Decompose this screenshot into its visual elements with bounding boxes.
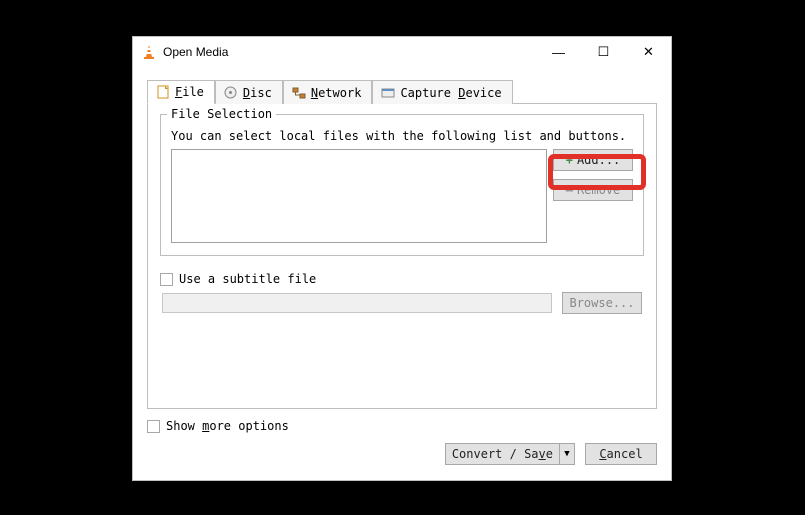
tab-file-label: File xyxy=(175,85,204,99)
tab-capture-label: Capture Device xyxy=(400,86,501,100)
remove-button[interactable]: — Remove xyxy=(553,179,633,201)
chevron-down-icon: ▼ xyxy=(564,449,569,459)
convert-save-split-button: Convert / Save ▼ xyxy=(445,443,575,465)
vlc-cone-icon xyxy=(141,44,157,60)
minus-icon: — xyxy=(566,183,573,197)
show-more-options-row: Show more options xyxy=(147,419,657,433)
show-more-options-label: Show more options xyxy=(166,419,289,433)
add-button[interactable]: + Add... xyxy=(553,149,633,171)
tab-bar: File Disc Network Capture Device xyxy=(147,79,657,104)
minimize-button[interactable]: — xyxy=(536,37,581,67)
plus-icon: + xyxy=(566,153,573,167)
subtitle-checkbox-label: Use a subtitle file xyxy=(179,272,316,286)
browse-button-label: Browse... xyxy=(569,296,634,310)
network-icon xyxy=(292,86,306,100)
convert-save-button[interactable]: Convert / Save xyxy=(445,443,559,465)
disc-icon xyxy=(224,86,238,100)
tab-disc-label: Disc xyxy=(243,86,272,100)
file-list[interactable] xyxy=(171,149,547,243)
tab-disc[interactable]: Disc xyxy=(215,80,283,104)
tab-network[interactable]: Network xyxy=(283,80,373,104)
content-area: File Disc Network Capture Device xyxy=(133,67,671,419)
cancel-button[interactable]: Cancel xyxy=(585,443,657,465)
open-media-dialog: Open Media — ☐ ✕ File Disc xyxy=(132,36,672,481)
subtitle-checkbox[interactable] xyxy=(160,273,173,286)
tab-network-label: Network xyxy=(311,86,362,100)
file-icon xyxy=(156,85,170,99)
window-buttons: — ☐ ✕ xyxy=(536,37,671,67)
add-button-label: Add... xyxy=(577,153,620,167)
file-selection-hint: You can select local files with the foll… xyxy=(171,129,633,143)
window-title: Open Media xyxy=(163,45,228,59)
file-selection-legend: File Selection xyxy=(167,107,276,121)
file-selection-fieldset: File Selection You can select local file… xyxy=(160,114,644,256)
maximize-button[interactable]: ☐ xyxy=(581,37,626,67)
remove-button-label: Remove xyxy=(577,183,620,197)
show-more-options-checkbox[interactable] xyxy=(147,420,160,433)
close-button[interactable]: ✕ xyxy=(626,37,671,67)
tab-file[interactable]: File xyxy=(147,80,215,104)
subtitle-checkbox-row: Use a subtitle file xyxy=(160,272,644,286)
titlebar: Open Media — ☐ ✕ xyxy=(133,37,671,67)
file-panel: File Selection You can select local file… xyxy=(147,104,657,409)
tab-capture-device[interactable]: Capture Device xyxy=(372,80,512,104)
convert-save-label: Convert / Save xyxy=(452,447,553,461)
browse-button[interactable]: Browse... xyxy=(562,292,642,314)
capture-device-icon xyxy=(381,86,395,100)
convert-save-dropdown[interactable]: ▼ xyxy=(559,443,575,465)
dialog-footer: Show more options Convert / Save ▼ Cance… xyxy=(133,419,671,477)
cancel-button-label: Cancel xyxy=(599,447,642,461)
subtitle-path-field xyxy=(162,293,552,313)
